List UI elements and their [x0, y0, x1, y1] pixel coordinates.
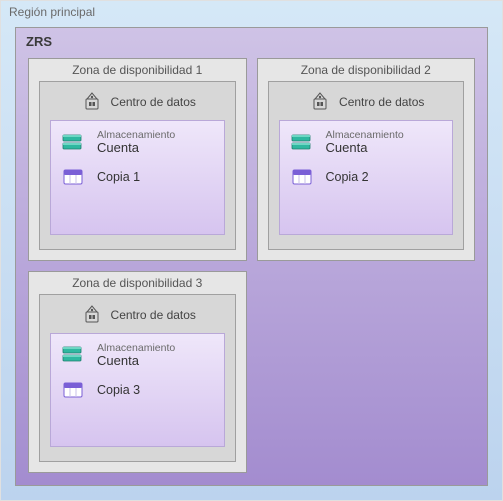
datacenter-box: Centro de datos [39, 81, 236, 250]
storage-account-box: Almacenamiento Cuenta [279, 120, 454, 235]
datacenter-header: Centro de datos [50, 90, 225, 114]
storage-account-row: Almacenamiento Cuenta [61, 129, 216, 156]
storage-account-row: Almacenamiento Cuenta [61, 342, 216, 369]
storage-account-row: Almacenamiento Cuenta [290, 129, 445, 156]
copy-label: Copia 1 [97, 170, 140, 184]
datacenter-icon [307, 91, 333, 113]
zones-grid: Zona de disponibilidad 1 Ce [28, 58, 475, 473]
copy-icon [61, 379, 87, 401]
copy-row: Copia 1 [61, 166, 216, 188]
copy-icon [290, 166, 316, 188]
primary-region-label: Región principal [9, 5, 95, 19]
copy-label: Copia 2 [326, 170, 369, 184]
storage-label-small: Almacenamiento [97, 342, 175, 354]
storage-account-icon [61, 132, 87, 154]
availability-zone-1: Zona de disponibilidad 1 Ce [28, 58, 247, 261]
datacenter-icon [79, 304, 105, 326]
datacenter-box: Centro de datos [268, 81, 465, 250]
datacenter-label: Centro de datos [339, 95, 424, 109]
datacenter-header: Centro de datos [279, 90, 454, 114]
storage-account-labels: Almacenamiento Cuenta [97, 342, 175, 369]
zrs-box: ZRS Zona de disponibilidad 1 [15, 27, 488, 486]
availability-zone-3: Zona de disponibilidad 3 Ce [28, 271, 247, 474]
zone-title: Zona de disponibilidad 1 [29, 63, 246, 77]
zrs-label: ZRS [26, 34, 52, 49]
storage-label-big: Cuenta [326, 141, 404, 156]
storage-account-box: Almacenamiento Cuenta [50, 120, 225, 235]
datacenter-header: Centro de datos [50, 303, 225, 327]
storage-account-icon [290, 132, 316, 154]
datacenter-box: Centro de datos [39, 294, 236, 463]
datacenter-icon [79, 91, 105, 113]
copy-label: Copia 3 [97, 383, 140, 397]
storage-account-icon [61, 344, 87, 366]
storage-account-labels: Almacenamiento Cuenta [326, 129, 404, 156]
copy-row: Copia 2 [290, 166, 445, 188]
primary-region-box: Región principal ZRS Zona de disponibili… [0, 0, 503, 501]
storage-label-big: Cuenta [97, 141, 175, 156]
datacenter-label: Centro de datos [111, 308, 196, 322]
copy-row: Copia 3 [61, 379, 216, 401]
zone-title: Zona de disponibilidad 3 [29, 276, 246, 290]
zone-title: Zona de disponibilidad 2 [258, 63, 475, 77]
storage-account-box: Almacenamiento Cuenta [50, 333, 225, 448]
copy-icon [61, 166, 87, 188]
availability-zone-2: Zona de disponibilidad 2 Ce [257, 58, 476, 261]
datacenter-label: Centro de datos [111, 95, 196, 109]
storage-account-labels: Almacenamiento Cuenta [97, 129, 175, 156]
storage-label-big: Cuenta [97, 354, 175, 369]
